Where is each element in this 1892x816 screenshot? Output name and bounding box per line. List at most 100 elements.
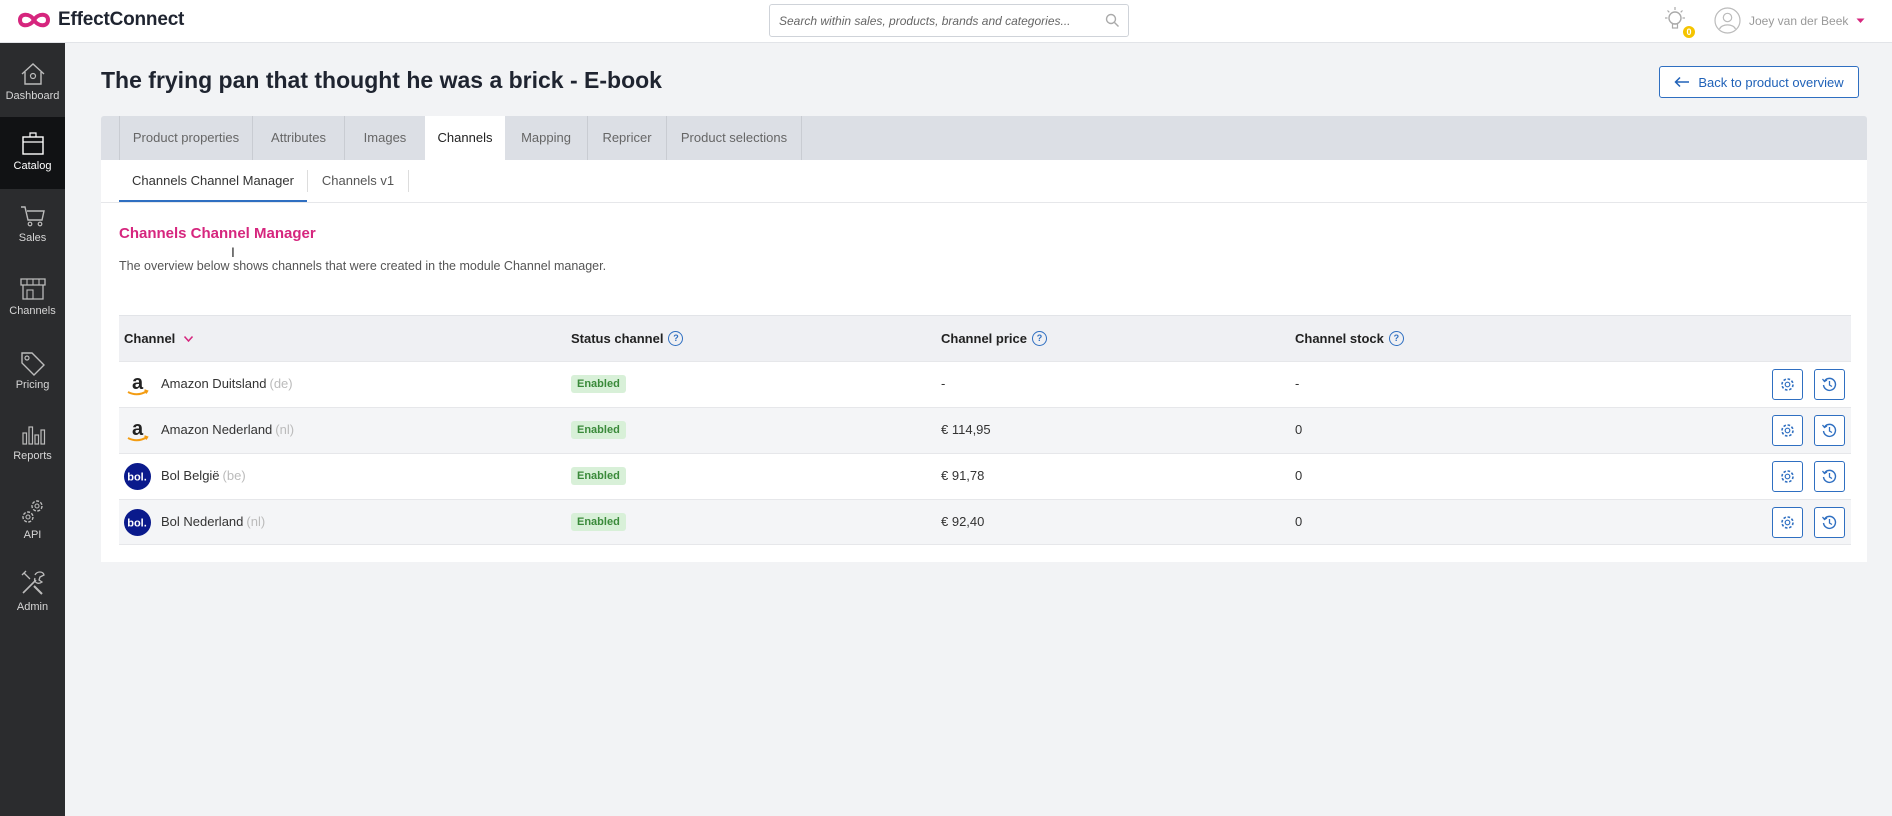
price-cell: € 114,95 <box>941 422 991 437</box>
amazon-logo-icon: a <box>127 418 149 442</box>
sidebar: Dashboard Catalog Sales Channels Pricing… <box>0 43 65 816</box>
tab-product-selections[interactable]: Product selections <box>666 116 802 160</box>
bol-logo-icon: bol. <box>124 509 151 536</box>
sidebar-item-label: API <box>23 529 42 541</box>
price-cell: - <box>941 376 946 391</box>
amazon-logo-icon: a <box>127 372 149 396</box>
notifications-button[interactable]: 0 <box>1662 6 1695 38</box>
logo[interactable]: EffectConnect <box>16 9 184 31</box>
sidebar-item-label: Channels <box>9 305 56 317</box>
svg-text:a: a <box>132 418 144 440</box>
status-badge: Enabled <box>571 421 626 439</box>
channel-code: (de) <box>269 376 293 391</box>
status-badge: Enabled <box>571 513 626 531</box>
gear-icon <box>1781 516 1794 529</box>
history-icon <box>1821 515 1837 529</box>
sidebar-item-label: Sales <box>18 232 47 244</box>
stock-column-header: Channel stock ? <box>1295 331 1404 346</box>
svg-text:bol.: bol. <box>127 472 147 484</box>
channel-code: (nl) <box>246 514 266 529</box>
settings-button[interactable] <box>1772 507 1803 538</box>
user-menu[interactable]: Joey van der Beek <box>1714 7 1865 34</box>
brand-name: EffectConnect <box>58 9 185 30</box>
top-bar: EffectConnect 0 Joey van der Beek <box>0 0 1892 43</box>
channel-name: Bol België <box>161 468 220 483</box>
history-icon <box>1821 469 1837 483</box>
search-input[interactable] <box>770 5 1099 36</box>
gears-icon <box>21 500 43 523</box>
settings-button[interactable] <box>1772 415 1803 446</box>
status-badge: Enabled <box>571 467 626 485</box>
subtab-channels-channel-manager[interactable]: Channels Channel Manager <box>119 160 307 202</box>
tab-product-properties[interactable]: Product properties <box>119 116 252 160</box>
channel-header-label: Channel <box>124 331 176 346</box>
tab-channels[interactable]: Channels <box>425 116 505 160</box>
stock-cell: - <box>1295 376 1300 391</box>
status-column-header: Status channel ? <box>571 331 684 346</box>
channel-column-header[interactable]: Channel <box>124 331 194 346</box>
channel-name-cell: Bol Nederland (nl) <box>161 514 265 529</box>
table-header: Channel Status channel ? Channel price ?… <box>119 315 1851 361</box>
stock-cell: 0 <box>1295 422 1303 437</box>
sidebar-item-label: Catalog <box>13 160 52 172</box>
history-button[interactable] <box>1814 461 1845 492</box>
table-row: a Amazon Nederland (nl) Enabled € 114,95 … <box>119 407 1851 453</box>
subtab-channels-v1[interactable]: Channels v1 <box>308 160 408 202</box>
user-name: Joey van der Beek <box>1749 13 1849 28</box>
infinity-logo-icon <box>17 12 51 28</box>
tab-images[interactable]: Images <box>344 116 425 160</box>
tag-icon <box>20 352 45 376</box>
history-button[interactable] <box>1814 415 1845 446</box>
arrow-left-icon <box>1674 76 1690 88</box>
table-row: bol. Bol Nederland (nl) Enabled € 92,40 0 <box>119 499 1851 545</box>
settings-button[interactable] <box>1772 461 1803 492</box>
channel-name: Amazon Duitsland <box>161 376 267 391</box>
history-button[interactable] <box>1814 507 1845 538</box>
sidebar-item-api[interactable]: API <box>0 496 65 561</box>
tools-icon <box>21 570 45 595</box>
sidebar-item-channels[interactable]: Channels <box>0 276 65 336</box>
bar-chart-icon <box>21 426 45 445</box>
channel-code: (nl) <box>275 422 295 437</box>
back-to-overview-button[interactable]: Back to product overview <box>1659 66 1859 98</box>
sidebar-item-pricing[interactable]: Pricing <box>0 350 65 410</box>
sidebar-item-label: Admin <box>16 601 49 613</box>
stock-cell: 0 <box>1295 514 1303 529</box>
table-row: bol. Bol België (be) Enabled € 91,78 0 <box>119 453 1851 499</box>
tab-attributes[interactable]: Attributes <box>252 116 344 160</box>
search-box <box>769 4 1129 37</box>
price-cell: € 92,40 <box>941 514 985 529</box>
channel-name: Bol Nederland <box>161 514 244 529</box>
help-icon[interactable]: ? <box>668 331 684 346</box>
channel-name-cell: Amazon Duitsland (de) <box>161 376 293 391</box>
channels-card: Channels Channel Manager Channels v1 Cha… <box>101 160 1867 562</box>
section-title: Channels Channel Manager <box>119 225 316 242</box>
history-icon <box>1821 377 1837 391</box>
svg-text:a: a <box>132 372 144 394</box>
subtabs-divider-line <box>101 202 1867 203</box>
sort-down-icon <box>184 335 194 342</box>
sidebar-item-dashboard[interactable]: Dashboard <box>0 57 65 121</box>
sidebar-item-admin[interactable]: Admin <box>0 568 65 633</box>
search-icon[interactable] <box>1105 13 1120 28</box>
sidebar-item-label: Pricing <box>15 379 50 391</box>
tab-mapping[interactable]: Mapping <box>505 116 587 160</box>
help-icon[interactable]: ? <box>1031 331 1047 346</box>
gear-icon <box>1781 424 1794 437</box>
stock-cell: 0 <box>1295 468 1303 483</box>
stock-header-label: Channel stock <box>1295 331 1384 346</box>
gear-icon <box>1781 470 1794 483</box>
sidebar-item-reports[interactable]: Reports <box>0 421 65 481</box>
help-icon[interactable]: ? <box>1388 331 1404 346</box>
channel-code: (be) <box>222 468 246 483</box>
settings-button[interactable] <box>1772 369 1803 400</box>
history-button[interactable] <box>1814 369 1845 400</box>
page-title: The frying pan that thought he was a bri… <box>101 67 662 93</box>
back-button-label: Back to product overview <box>1698 74 1844 90</box>
table-row: a Amazon Duitsland (de) Enabled - - <box>119 361 1851 407</box>
bol-logo-icon: bol. <box>124 463 151 490</box>
sidebar-item-catalog[interactable]: Catalog <box>0 117 65 189</box>
sidebar-item-sales[interactable]: Sales <box>0 203 65 263</box>
tab-repricer[interactable]: Repricer <box>587 116 666 160</box>
home-icon <box>21 63 44 85</box>
